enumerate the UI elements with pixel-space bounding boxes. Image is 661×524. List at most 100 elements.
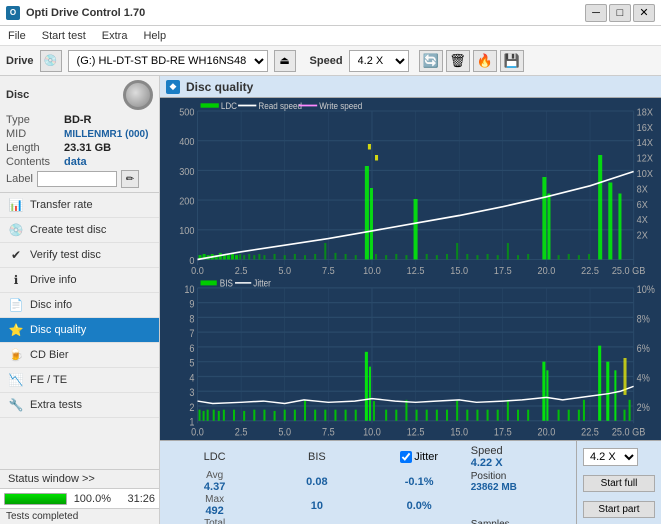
svg-text:4X: 4X [637,215,649,226]
status-text: Tests completed [6,511,78,522]
svg-text:15.0: 15.0 [450,427,468,438]
svg-text:4: 4 [189,373,194,385]
erase-button[interactable]: 🗑 [446,50,470,72]
lower-chart-svg: 10 9 8 7 6 5 4 3 2 1 10% 8% 6% 4% 2% [162,278,659,438]
svg-text:10%: 10% [637,284,655,296]
disc-quality-icon: ⭐ [8,323,24,337]
svg-text:2X: 2X [637,230,649,241]
menu-file[interactable]: File [4,29,30,43]
stat-speed-value: 4.22 X [471,457,503,469]
sidebar-item-verify-test-disc[interactable]: ✔ Verify test disc [0,243,159,268]
stat-jitter-header-cell: Jitter [369,445,470,469]
drive-info-icon: ℹ [8,273,24,287]
svg-text:10.0: 10.0 [363,265,381,276]
svg-text:LDC: LDC [221,100,237,110]
disc-type-value: BD-R [64,114,92,126]
disc-label-input[interactable] [37,171,117,187]
drive-select[interactable]: (G:) HL-DT-ST BD-RE WH16NS48 1.D3 [68,50,268,72]
svg-text:20.0: 20.0 [538,427,556,438]
svg-text:10X: 10X [637,169,654,180]
svg-text:200: 200 [179,196,194,207]
speed-dropdown[interactable]: 4.2 X [583,448,638,466]
speed-label: Speed [310,55,343,67]
sidebar-item-disc-quality[interactable]: ⭐ Disc quality [0,318,159,343]
stats-grid: LDC BIS Jitter Speed 4.22 X Avg [160,441,576,524]
drive-browse-button[interactable]: 💿 [40,50,62,72]
svg-text:400: 400 [179,137,194,148]
app-title: Opti Drive Control 1.70 [26,7,145,19]
svg-text:22.5: 22.5 [581,265,599,276]
disc-type-label: Type [6,114,64,126]
speed-select[interactable]: 4.2 X [349,50,409,72]
svg-text:10.0: 10.0 [363,427,381,438]
stat-max-jitter: 0.0% [369,494,470,517]
start-full-button[interactable]: Start full [583,475,655,492]
svg-text:2.5: 2.5 [235,427,248,438]
drive-bar: Drive 💿 (G:) HL-DT-ST BD-RE WH16NS48 1.D… [0,46,661,76]
upper-chart: 500 400 300 200 100 0 18X 16X 14X 12X 10… [162,100,659,276]
stat-total-label: Total [204,518,225,524]
menu-help[interactable]: Help [139,29,170,43]
svg-text:12.5: 12.5 [407,427,425,438]
disc-label-edit-button[interactable]: ✏ [121,170,139,188]
save-button[interactable]: 💾 [500,50,524,72]
chart-title: Disc quality [186,80,253,94]
transfer-rate-icon: 📊 [8,198,24,212]
burn-button[interactable]: 🔥 [473,50,497,72]
disc-contents-label: Contents [6,156,64,168]
disc-contents-value: data [64,156,87,168]
svg-text:17.5: 17.5 [494,265,512,276]
stat-max-label: Max [205,494,224,505]
sidebar-nav: 📊 Transfer rate 💿 Create test disc ✔ Ver… [0,193,159,469]
stat-avg-jitter: -0.1% [369,470,470,493]
sidebar-item-create-test-disc[interactable]: 💿 Create test disc [0,218,159,243]
refresh-button[interactable]: 🔄 [419,50,443,72]
svg-text:5.0: 5.0 [278,265,291,276]
sidebar-item-drive-info[interactable]: ℹ Drive info [0,268,159,293]
svg-text:16X: 16X [637,122,654,133]
nav-label-cd-bier: CD Bier [30,349,69,361]
menu-start-test[interactable]: Start test [38,29,90,43]
sidebar-item-transfer-rate[interactable]: 📊 Transfer rate [0,193,159,218]
nav-label-disc-info: Disc info [30,299,72,311]
svg-text:7.5: 7.5 [322,265,335,276]
menu-extra[interactable]: Extra [98,29,132,43]
status-window-button[interactable]: Status window >> [0,469,159,488]
sidebar-item-disc-info[interactable]: 📄 Disc info [0,293,159,318]
svg-text:8X: 8X [637,184,649,195]
chart-header: ◆ Disc quality [160,76,661,98]
stat-col-bis-header: BIS [266,445,367,469]
stat-total-bis: 31987 [266,518,367,524]
svg-text:6%: 6% [637,343,650,355]
sidebar-item-cd-bier[interactable]: 🍺 CD Bier [0,343,159,368]
svg-text:5: 5 [189,358,194,370]
title-bar: O Opti Drive Control 1.70 ─ □ ✕ [0,0,661,26]
eject-button[interactable]: ⏏ [274,50,296,72]
sidebar-item-fe-te[interactable]: 📉 FE / TE [0,368,159,393]
start-part-button[interactable]: Start part [583,501,655,518]
cd-bier-icon: 🍺 [8,348,24,362]
chart-header-icon: ◆ [166,80,180,94]
jitter-checkbox-label[interactable]: Jitter [400,451,438,463]
minimize-button[interactable]: ─ [585,4,607,22]
svg-text:25.0 GB: 25.0 GB [612,265,645,276]
progress-percent: 100.0% [71,493,111,505]
jitter-checkbox[interactable] [400,451,412,463]
disc-label-label: Label [6,173,33,185]
svg-text:20.0: 20.0 [538,265,556,276]
sidebar-item-extra-tests[interactable]: 🔧 Extra tests [0,393,159,418]
stat-avg-bis-value: 0.08 [306,476,327,488]
svg-text:6: 6 [189,343,194,355]
close-button[interactable]: ✕ [633,4,655,22]
maximize-button[interactable]: □ [609,4,631,22]
svg-text:500: 500 [179,107,194,118]
nav-label-fe-te: FE / TE [30,374,67,386]
fe-te-icon: 📉 [8,373,24,387]
main-layout: Disc Type BD-R MID MILLENMR1 (000) Lengt… [0,76,661,524]
svg-text:2%: 2% [637,402,650,414]
jitter-label: Jitter [414,451,438,463]
stat-max-jitter-value: 0.0% [407,500,432,512]
svg-text:17.5: 17.5 [494,427,512,438]
svg-text:25.0 GB: 25.0 GB [612,427,646,438]
nav-label-extra-tests: Extra tests [30,399,82,411]
